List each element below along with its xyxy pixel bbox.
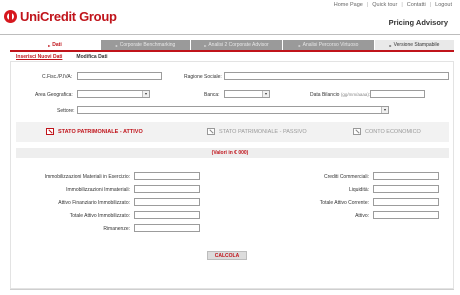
unicredit-logo-icon [4,9,17,23]
settore-label: Settore: [57,108,75,114]
tab-corporate-benchmarking[interactable]: ▸ Corporate Benchmarking [100,40,190,50]
unicredit-logo: UniCredit Group [4,8,117,24]
totale-attivo-immobilizzato-input[interactable] [134,211,200,219]
link-contatti[interactable]: Contatti [407,2,426,8]
tab-arrow-icon: ▸ [48,42,51,48]
immobilizzazioni-materiali-input[interactable] [134,172,200,180]
tab-arrow-icon: ▸ [115,42,118,48]
tab-label: Corporate Benchmarking [119,42,176,48]
field-label: Attivo: [355,213,369,219]
main-tabs: ▸ Dati ▸ Corporate Benchmarking ▸ Analisi 2… [10,40,454,50]
cfpiva-input[interactable] [77,72,162,80]
settore-select[interactable]: ▾ [77,106,389,114]
tab-underline [10,50,454,52]
area-geografica-label: Area Geografica: [35,92,73,98]
subtab-inserisci[interactable]: Inserisci Nuovi Dati [16,54,62,60]
banca-label: Banca: [204,92,220,98]
bottom-divider [10,289,454,290]
data-bilancio-input[interactable] [370,90,425,98]
brand-name: UniCredit Group [20,8,117,24]
liquidita-input[interactable] [373,185,439,193]
document-icon [353,128,361,135]
field-label: Liquidità: [348,187,369,193]
link-separator: | [401,2,403,8]
top-links: Home Page | Quick tour | Contatti | Logo… [334,2,452,8]
attivo-finanziario-input[interactable] [134,198,200,206]
tab-arrow-icon: ▸ [298,42,301,48]
tab-dati[interactable]: ▸ Dati [10,40,100,50]
immobilizzazioni-immateriali-input[interactable] [134,185,200,193]
section-attivo[interactable]: STATO PATRIMONIALE - ATTIVO [46,128,143,135]
data-bilancio-label: Data Bilancio (gg/mm/aaaa): [310,92,370,98]
values-note: (Valori in € 000) [211,150,249,156]
field-label: Attivo Finanziario Immobilizzato: [58,200,130,206]
date-format-hint: (gg/mm/aaaa): [340,92,371,97]
calcola-button[interactable]: CALCOLA [207,251,247,260]
link-separator: | [429,2,432,8]
area-geografica-select[interactable]: ▾ [77,90,150,98]
section-passivo[interactable]: STATO PATRIMONIALE - PASSIVO [207,128,307,135]
section-conto-label: CONTO ECONOMICO [365,128,421,135]
section-passivo-label: STATO PATRIMONIALE - PASSIVO [219,128,307,135]
app-title: Pricing Advisory [388,18,448,27]
section-attivo-label: STATO PATRIMONIALE - ATTIVO [58,128,143,135]
field-label: Rimanenze: [103,226,130,232]
section-conto-economico[interactable]: CONTO ECONOMICO [353,128,421,135]
field-label: Immobilizzazioni Materiali in Esercizio: [44,174,130,180]
totale-attivo-corrente-input[interactable] [373,198,439,206]
ragione-sociale-input[interactable] [224,72,449,80]
rimanenze-input[interactable] [134,224,200,232]
document-icon [207,128,215,135]
document-icon [46,128,54,135]
field-label: Crediti Commerciali: [323,174,369,180]
tab-analisi-percorso-virtuoso[interactable]: ▸ Analisi Percorso Virtuoso [282,40,374,50]
chevron-down-icon: ▾ [381,107,388,113]
attivo-input[interactable] [373,211,439,219]
chevron-down-icon: ▾ [262,91,269,97]
crediti-commerciali-input[interactable] [373,172,439,180]
tab-label: Analisi Percorso Virtuoso [302,42,359,48]
link-logout[interactable]: Logout [435,2,452,8]
subtab-modifica[interactable]: Modifica Dati [76,54,107,60]
data-bilancio-text: Data Bilancio [310,92,340,98]
tab-label: Dati [52,42,62,48]
link-separator: | [366,2,369,8]
ragione-sociale-label: Ragione Sociale: [184,74,222,80]
banca-select[interactable]: ▾ [224,90,270,98]
tab-arrow-icon: ▸ [389,42,392,48]
header-divider [0,34,460,35]
link-quick-tour[interactable]: Quick tour [372,2,397,8]
tab-versione-stampabile[interactable]: ▸ Versione Stampabile [374,40,454,50]
cfpiva-label: C.Fisc./P.IVA: [42,74,73,80]
field-label: Immobilizzazioni Immateriali: [66,187,130,193]
sub-tabs: Inserisci Nuovi Dati Modifica Dati [16,54,108,60]
field-label: Totale Attivo Corrente: [319,200,369,206]
tab-label: Analisi 2 Corporate Advisor [208,42,269,48]
chevron-down-icon: ▾ [142,91,149,97]
field-label: Totale Attivo Immobilizzato: [69,213,130,219]
tab-label: Versione Stampabile [393,42,440,48]
tab-analisi-corporate-advisor[interactable]: ▸ Analisi 2 Corporate Advisor [190,40,282,50]
tab-arrow-icon: ▸ [204,42,207,48]
link-home[interactable]: Home Page [334,2,363,8]
